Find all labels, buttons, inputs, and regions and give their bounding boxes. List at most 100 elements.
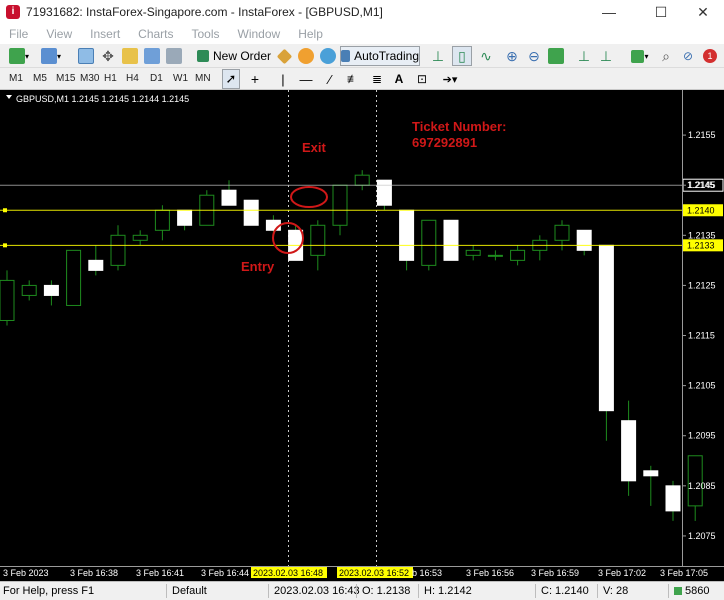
bullish-candle [21,284,37,296]
time-label: 3 Feb 16:44 [201,568,249,578]
price-tag-label: 1.2140 [687,205,715,215]
timeframe-h1-button[interactable]: H1 [101,70,120,88]
market-watch-icon[interactable] [76,46,96,66]
menu-insert[interactable]: Insert [81,27,129,41]
connection-status-icon [674,587,682,595]
bullish-candle [310,224,326,256]
bullish-candle [66,249,82,306]
price-label: 1.2115 [688,331,715,341]
zoom-in-icon[interactable]: ⊕ [502,46,522,66]
bearish-candle [221,189,237,206]
bearish-candle [43,284,59,296]
zoom-out-icon[interactable]: ⊖ [524,46,544,66]
arrows-tool-icon[interactable]: ➔▾ [436,69,464,89]
timeframe-m30-button[interactable]: M30 [77,70,102,88]
timeframe-m1-button[interactable]: M1 [6,70,26,88]
menu-view[interactable]: View [37,27,81,41]
time-label: 3 Feb 16:59 [531,568,579,578]
price-label: 1.2085 [688,481,716,491]
status-high: H: 1.2142 [424,585,472,597]
fibonacci-tool-icon[interactable]: ≣ [368,69,386,89]
bearish-candle [621,420,637,482]
close-button[interactable]: ✕ [680,0,724,24]
navigator-icon[interactable]: ✥ [98,46,118,66]
menu-bar: File View Insert Charts Tools Window Hel… [0,24,724,44]
chart-window[interactable]: 1.2145 1.2140 1.2133 Exit Entry Ticket Numbe… [0,90,724,581]
notification-count-badge: 1 [703,49,717,63]
exit-ellipse [290,186,328,208]
price-label: 1.2125 [688,280,716,290]
candlestick-chart-icon[interactable]: ▯ [452,46,472,66]
equidistant-channel-tool-icon[interactable]: ≢ [344,69,362,89]
autoscroll-icon[interactable]: ⊥ [596,46,616,66]
exit-annotation: Exit [302,140,327,155]
crosshair-tool-icon[interactable]: + [246,69,264,89]
menu-charts[interactable]: Charts [129,27,182,41]
bar-chart-icon[interactable]: ⊥ [428,46,448,66]
new-order-icon [196,50,209,62]
status-time: 2023.02.03 16:43 [274,585,360,597]
mql5-market-icon[interactable] [296,46,316,66]
timeframe-d1-button[interactable]: D1 [147,70,166,88]
timeframe-h4-button[interactable]: H4 [123,70,142,88]
maximize-button[interactable]: ☐ [638,0,684,24]
horizontal-line-tool-icon[interactable]: — [298,69,314,89]
line-anchor[interactable] [3,243,7,248]
text-tool-icon[interactable]: A [392,69,406,89]
time-label: 3 Feb 17:02 [598,568,646,578]
autotrading-button[interactable]: AutoTrading [340,46,420,66]
price-label: 1.2145 [688,180,716,190]
time-marker-label: 2023.02.03 16:52 [339,568,409,578]
line-anchor[interactable] [3,208,7,213]
help-icon[interactable]: ⊘ [678,46,698,66]
bullish-candle [510,249,526,261]
terminal-icon[interactable] [142,46,162,66]
minimize-button[interactable]: — [586,0,632,24]
status-help: For Help, press F1 [3,585,95,597]
time-label: 3 Feb 16:56 [466,568,514,578]
metaeditor-icon[interactable] [274,46,294,66]
notifications-icon[interactable]: 1 [700,46,720,66]
entry-annotation: Entry [241,259,275,274]
time-label: b 16:53 [412,568,442,578]
status-traffic: 5860 [685,585,710,597]
profiles-button[interactable]: ▾ [38,46,64,66]
menu-window[interactable]: Window [229,27,290,41]
timeframe-w1-button[interactable]: W1 [170,70,191,88]
menu-help[interactable]: Help [289,27,332,41]
bearish-candle [643,470,659,477]
strategy-tester-icon[interactable] [164,46,184,66]
time-label: 3 Feb 16:38 [70,568,118,578]
text-label-tool-icon[interactable]: ⊡ [414,69,430,89]
signals-icon[interactable] [318,46,338,66]
price-label: 1.2135 [688,230,716,240]
search-icon[interactable]: ⌕ [656,46,676,66]
timeframe-m5-button[interactable]: M5 [30,70,50,88]
timeframe-mn-button[interactable]: MN [192,70,214,88]
bullish-candle [421,219,437,266]
chart-shift-icon[interactable]: ⊥ [574,46,594,66]
bullish-candle [465,249,481,256]
chart-header-dropdown-icon[interactable] [6,95,12,99]
bearish-candle [665,485,681,512]
status-profile[interactable]: Default [172,585,207,597]
timeframe-m15-button[interactable]: M15 [53,70,78,88]
tile-windows-icon[interactable] [546,46,566,66]
indicators-button[interactable]: ▾ [628,46,652,66]
bearish-candle [576,229,592,251]
vertical-line-tool-icon[interactable]: | [276,69,290,89]
new-chart-button[interactable]: ▾ [6,46,32,66]
menu-file[interactable]: File [0,27,37,41]
menu-tools[interactable]: Tools [183,27,229,41]
line-chart-icon[interactable]: ∿ [476,46,496,66]
chart-canvas[interactable]: 1.2145 1.2140 1.2133 Exit Entry Ticket Numbe… [0,90,724,581]
title-bar: i 71931682: InstaForex-Singapore.com - I… [0,0,724,24]
trendline-tool-icon[interactable]: ∕ [322,69,338,89]
data-window-icon[interactable] [120,46,140,66]
bullish-candle [354,174,370,186]
price-label: 1.2155 [688,130,716,140]
cursor-tool-icon[interactable]: ➚ [222,69,240,89]
bearish-candle [177,209,193,226]
status-volume: V: 28 [603,585,629,597]
new-order-button[interactable]: New Order [196,46,272,66]
